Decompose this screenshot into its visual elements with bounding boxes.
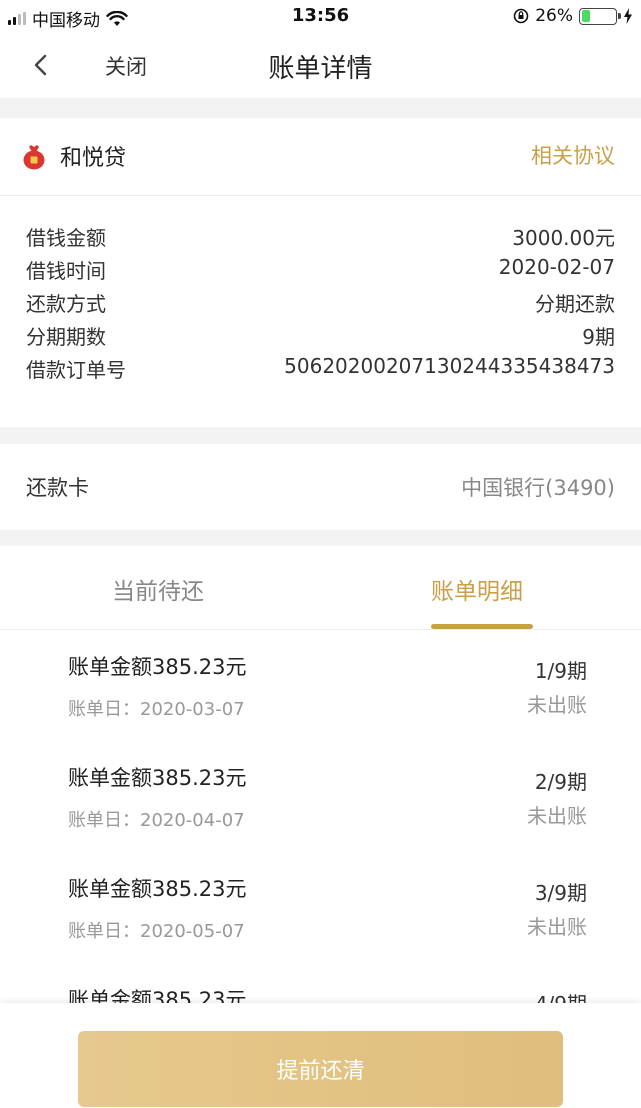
battery-icon [579,7,621,25]
section-gap [0,427,641,444]
nav-bar: 关闭 账单详情 [0,34,641,98]
repayment-card-row[interactable]: 还款卡 中国银行(3490) [0,444,641,530]
detail-row-method: 还款方式 分期还款 [26,288,615,321]
detail-row-order-number: 借款订单号 50620200207130244335438473 [26,354,615,387]
detail-label: 还款方式 [26,292,106,316]
detail-value: 2020-02-07 [498,255,615,279]
early-payoff-button[interactable]: 提前还清 [78,1031,563,1107]
list-item[interactable]: 账单金额385.23元 账单日：2020-04-07 2/9期 未出账 [0,742,641,852]
bill-amount: 账单金额385.23元 [68,988,247,1003]
tab-active-indicator [431,624,533,629]
section-gap [0,98,641,118]
charging-icon [624,8,632,24]
bill-amount: 账单金额385.23元 [68,877,247,901]
bill-period: 1/9期 [534,659,587,683]
battery-percent: 26% [535,6,573,26]
bill-amount: 账单金额385.23元 [68,766,247,790]
bill-status: 未出账 [527,693,587,717]
detail-row-amount: 借钱金额 3000.00元 [26,222,615,255]
bill-period: 2/9期 [534,770,587,794]
detail-value: 分期还款 [535,292,615,316]
detail-value: 9期 [582,325,615,349]
product-row: 和悦贷 相关协议 [0,118,641,196]
card-label: 还款卡 [26,476,89,500]
status-bar: 中国移动 13:56 26% [0,0,641,34]
detail-row-date: 借钱时间 2020-02-07 [26,255,615,288]
card-value: 中国银行(3490) [461,476,615,500]
product-name: 和悦贷 [60,146,127,171]
status-right: 26% [513,6,633,26]
bill-date: 账单日：2020-03-07 [68,699,245,720]
bill-period: 3/9期 [534,881,587,905]
money-bag-icon [23,145,45,170]
detail-value: 3000.00元 [512,226,615,250]
loan-details: 借钱金额 3000.00元 借钱时间 2020-02-07 还款方式 分期还款 … [26,222,615,387]
detail-value: 50620200207130244335438473 [284,354,615,378]
detail-label: 借钱金额 [26,226,106,250]
bill-date: 账单日：2020-04-07 [68,810,245,831]
section-gap [0,530,641,546]
bottom-action-bar: 提前还清 [0,1003,641,1108]
list-item[interactable]: 账单金额385.23元 账单日：2020-05-07 3/9期 未出账 [0,853,641,963]
bill-list[interactable]: 账单金额385.23元 账单日：2020-03-07 1/9期 未出账 账单金额… [0,631,641,1003]
list-item[interactable]: 账单金额385.23元 账单日：2020-03-07 1/9期 未出账 [0,631,641,741]
page-title: 账单详情 [268,54,373,84]
detail-label: 借款订单号 [26,358,126,382]
rotation-lock-icon [513,8,529,24]
list-item[interactable]: 账单金额385.23元 4/9期 [0,964,641,1003]
tab-bar: 当前待还 账单明细 [0,546,641,630]
detail-row-periods: 分期期数 9期 [26,321,615,354]
tab-current-due[interactable]: 当前待还 [112,572,204,606]
agreement-link[interactable]: 相关协议 [531,140,615,170]
bill-amount: 账单金额385.23元 [68,655,247,679]
detail-label: 借钱时间 [26,259,106,283]
tab-bill-detail[interactable]: 账单明细 [431,572,523,606]
bill-period: 4/9期 [535,988,587,1003]
detail-label: 分期期数 [26,325,106,349]
bill-status: 未出账 [527,804,587,828]
bill-status: 未出账 [527,915,587,939]
bill-date: 账单日：2020-05-07 [68,921,245,942]
